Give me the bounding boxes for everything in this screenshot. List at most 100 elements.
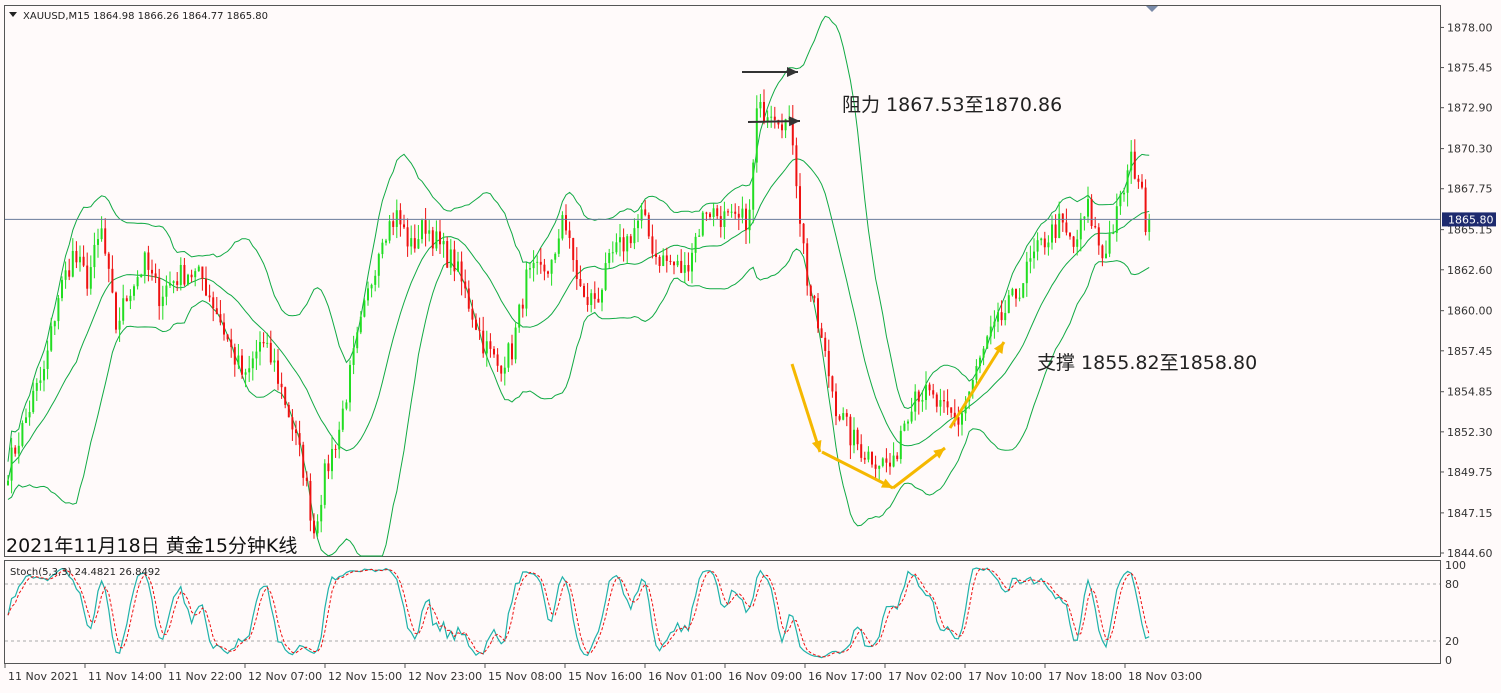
candle-body (1058, 213, 1061, 239)
candle-body (514, 327, 517, 360)
candle-body (259, 342, 261, 352)
candle-body (266, 342, 269, 344)
candle-body (755, 108, 758, 163)
candle-body (770, 116, 773, 118)
candle-body (903, 423, 906, 431)
x-tick-label: 15 Nov 08:00 (488, 670, 562, 683)
candle-body (7, 480, 9, 486)
candle-body (691, 252, 693, 272)
x-tick-label: 16 Nov 01:00 (648, 670, 722, 683)
candle-body (500, 365, 503, 374)
candle-body (827, 350, 830, 377)
candle-body (673, 261, 675, 266)
candle-body (842, 413, 845, 420)
candle-body (399, 210, 402, 225)
candle-body (521, 304, 524, 309)
x-tick-label: 17 Nov 18:00 (1048, 670, 1122, 683)
candle-body (50, 326, 53, 351)
candle-body (395, 210, 398, 227)
candle-body (1011, 288, 1014, 296)
candle-body (86, 265, 89, 289)
resistance-annotation: 阻力 1867.53至1870.86 (842, 94, 1062, 116)
candle-body (453, 249, 456, 272)
candle-body (669, 260, 672, 262)
candle-body (421, 220, 423, 240)
candle-body (946, 401, 949, 408)
candle-body (1054, 224, 1057, 239)
candle-body (658, 256, 661, 266)
candle-body (435, 231, 438, 249)
x-tick-label: 17 Nov 02:00 (888, 670, 962, 683)
candle-body (457, 261, 459, 272)
candle-body (57, 298, 60, 322)
candle-body (129, 295, 132, 302)
candle-body (871, 451, 873, 465)
candle-body (536, 261, 539, 263)
candle-body (215, 308, 218, 315)
candle-body (799, 186, 801, 224)
x-tick-label: 12 Nov 23:00 (408, 670, 482, 683)
candle-body (651, 236, 654, 254)
candle-body (89, 267, 92, 289)
candle-body (899, 430, 902, 460)
candle-body (107, 253, 110, 269)
candle-body (190, 274, 193, 278)
candle-body (449, 249, 452, 268)
candle-body (147, 252, 150, 270)
candle-body (82, 256, 85, 266)
candle-body (280, 383, 283, 388)
candle-body (334, 448, 337, 450)
candle-body (237, 355, 240, 365)
x-tick-label: 15 Nov 16:00 (568, 670, 642, 683)
candle-body (183, 264, 186, 285)
candle-body (100, 228, 103, 240)
y-tick-label: 1849.75 (1447, 466, 1493, 479)
candle-body (604, 263, 607, 290)
candle-body (539, 261, 542, 265)
candle-body (442, 241, 445, 245)
candle-body (1007, 295, 1010, 313)
candle-body (71, 250, 74, 277)
candle-body (730, 211, 733, 213)
candle-body (1018, 297, 1021, 299)
candle-body (579, 279, 582, 286)
current-price-label: 1865.80 (1448, 213, 1494, 226)
candle-body (1141, 181, 1143, 188)
candle-body (219, 314, 222, 323)
candle-body (28, 412, 31, 418)
candle-body (889, 462, 891, 467)
candle-body (597, 298, 600, 303)
candle-body (313, 520, 315, 534)
candle-body (863, 457, 866, 460)
candle-body (629, 236, 632, 244)
candle-body (950, 407, 953, 413)
candle-body (1061, 213, 1064, 223)
y-tick-label: 1860.00 (1447, 305, 1493, 318)
stoch-tick-label: 0 (1445, 654, 1452, 667)
candle-body (1076, 239, 1079, 247)
candle-body (914, 391, 917, 412)
candle-body (68, 270, 71, 277)
candle-body (687, 265, 690, 272)
candle-body (568, 230, 571, 238)
candle-body (323, 463, 326, 505)
candle-body (867, 451, 870, 460)
candle-body (341, 408, 344, 430)
candle-body (795, 145, 798, 187)
candle-body (878, 465, 881, 469)
stoch-panel-frame (4, 560, 1441, 664)
candle-body (111, 268, 114, 293)
candle-body (1148, 219, 1151, 232)
candle-body (64, 270, 67, 280)
candle-body (532, 262, 535, 269)
candle-body (608, 252, 611, 264)
candle-body (694, 236, 697, 253)
candle-body (637, 220, 639, 229)
candle-body (1083, 216, 1086, 219)
candle-body (287, 404, 290, 418)
candle-body (169, 282, 171, 286)
y-tick-label: 1867.75 (1447, 183, 1493, 196)
candle-body (698, 235, 701, 237)
chart-canvas: 1878.00 1875.45 1872.90 1870.30 1867.75 1865.… (0, 0, 1501, 693)
candle-body (817, 298, 819, 329)
